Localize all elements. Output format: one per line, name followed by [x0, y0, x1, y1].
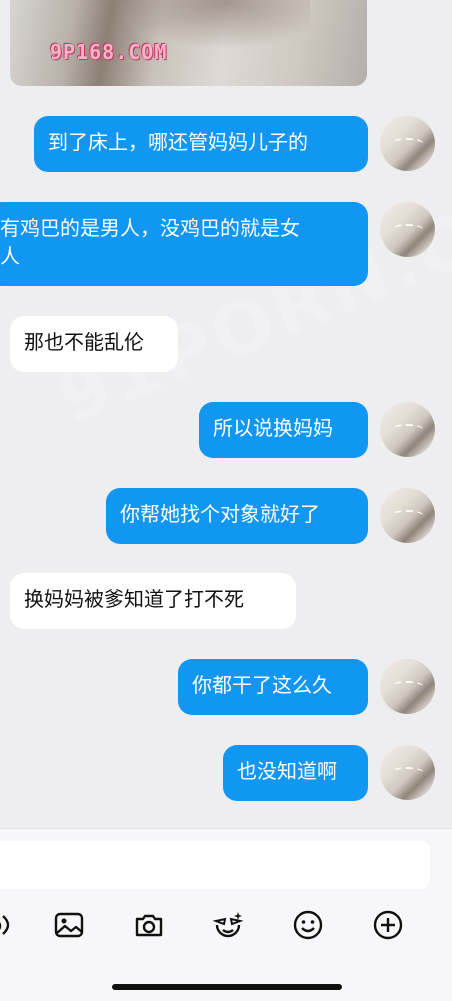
message-bubble-outgoing[interactable]: 所以说换妈妈 [199, 402, 368, 458]
composer [0, 828, 452, 1001]
message-bubble-outgoing[interactable]: 你都干了这么久 [178, 659, 368, 715]
image-watermark: 9P168.COM [50, 40, 168, 64]
camera-icon[interactable] [129, 905, 169, 945]
message-bubble-outgoing[interactable]: 有鸡巴的是男人，没鸡巴的就是女 人 [0, 202, 368, 286]
image-icon[interactable] [49, 905, 89, 945]
input-toolbar [0, 905, 452, 945]
avatar[interactable] [380, 202, 435, 257]
plus-icon[interactable] [368, 905, 408, 945]
message-bubble-incoming[interactable]: 换妈妈被爹知道了打不死 [10, 573, 296, 629]
microphone-icon[interactable] [0, 905, 24, 945]
image-message[interactable]: 9P168.COM [10, 0, 367, 86]
message-bubble-outgoing[interactable]: 到了床上，哪还管妈妈儿子的 [34, 116, 368, 172]
sticker-icon[interactable] [208, 905, 248, 945]
avatar[interactable] [380, 745, 435, 800]
avatar[interactable] [380, 659, 435, 714]
avatar[interactable] [380, 402, 435, 457]
message-bubble-incoming[interactable]: 那也不能乱伦 [10, 316, 178, 372]
home-indicator [112, 984, 342, 990]
message-input[interactable] [0, 841, 430, 889]
message-bubble-outgoing[interactable]: 也没知道啊 [223, 745, 368, 801]
avatar[interactable] [380, 116, 435, 171]
emoji-icon[interactable] [288, 905, 328, 945]
message-bubble-outgoing[interactable]: 你帮她找个对象就好了 [106, 488, 368, 544]
background-watermark: 91PORN.COM [45, 143, 452, 441]
avatar[interactable] [380, 488, 435, 543]
